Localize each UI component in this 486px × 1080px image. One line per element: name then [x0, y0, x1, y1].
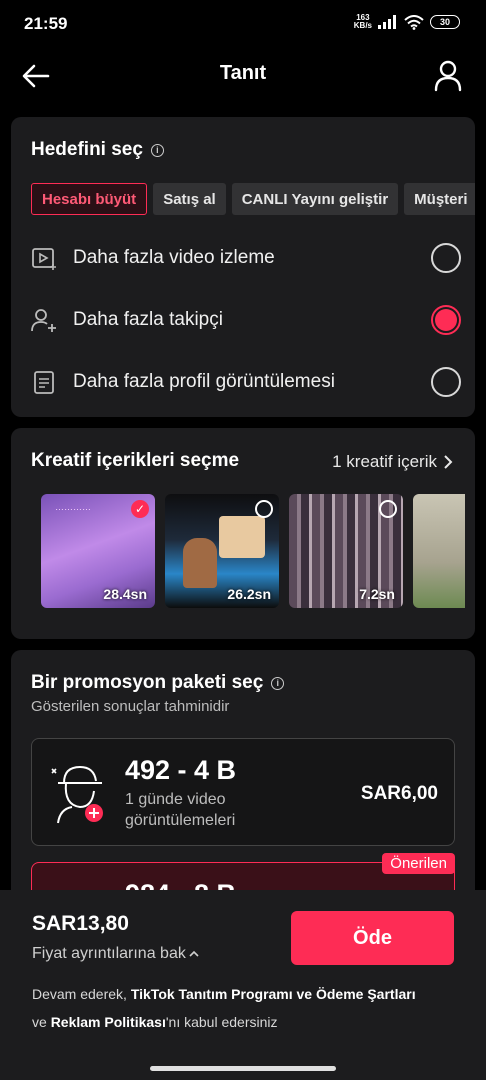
thumbnail-2[interactable]: 26.2sn	[165, 494, 279, 608]
package-subtitle: Gösterilen sonuçlar tahminidir	[31, 698, 230, 715]
chevron-up-icon	[189, 950, 199, 957]
pay-button[interactable]: Öde	[291, 911, 454, 965]
chip-satis-al[interactable]: Satış al	[153, 183, 226, 215]
radio-follower[interactable]	[431, 305, 461, 335]
chip-musteri[interactable]: Müşteri	[404, 183, 475, 215]
goal-option-profile[interactable]: Daha fazla profil görüntülemesi	[31, 362, 461, 402]
chevron-right-icon	[444, 455, 453, 469]
wifi-icon	[404, 14, 424, 30]
terms-text: Devam ederek, TikTok Tanıtım Programı ve…	[32, 986, 416, 1030]
signal-icon	[378, 15, 396, 29]
goal-title: Hedefini seç i	[31, 139, 164, 161]
package-option-1[interactable]: 492 - 4 B 1 günde video görüntülemeleri …	[31, 738, 455, 846]
goal-chips: Hesabı büyüt Satış al CANLI Yayını geliş…	[31, 183, 475, 217]
radio-video[interactable]	[431, 243, 461, 273]
creative-card: Kreatif içerikleri seçme 1 kreatif içeri…	[11, 428, 475, 639]
goal-option-follower[interactable]: Daha fazla takipçi	[31, 300, 461, 340]
goal-card: Hedefini seç i Hesabı büyüt Satış al CAN…	[11, 117, 475, 417]
package-title: Bir promosyon paketi seç i	[31, 672, 285, 694]
radio-thumb-icon[interactable]	[379, 500, 397, 518]
status-bar: 21:59 163 KB/s 30	[0, 0, 486, 48]
battery-icon: 30	[430, 15, 460, 29]
chip-canli-yayin[interactable]: CANLI Yayını geliştir	[231, 183, 399, 215]
profile-document-icon	[34, 371, 54, 394]
package-range: 492 - 4 B	[125, 755, 237, 785]
checkout-bar: SAR13,80 Fiyat ayrıntılarına bak Öde Dev…	[0, 890, 486, 1080]
profile-icon[interactable]	[432, 58, 464, 92]
price-details-link[interactable]: Fiyat ayrıntılarına bak	[32, 945, 200, 963]
creative-title: Kreatif içerikleri seçme	[31, 450, 240, 471]
thumbnail-4[interactable]	[413, 494, 465, 608]
home-indicator[interactable]	[150, 1066, 336, 1071]
ad-policy-link[interactable]: Reklam Politikası	[51, 1014, 166, 1030]
check-icon[interactable]: ✓	[131, 500, 149, 518]
add-user-icon	[31, 309, 56, 332]
thumbnail-1[interactable]: ………… ✓ 28.4sn	[41, 494, 155, 608]
package-description: 1 günde video görüntülemeleri	[125, 791, 236, 829]
cap-person-icon	[51, 765, 103, 824]
thumbnail-3[interactable]: 7.2sn	[289, 494, 403, 608]
network-speed: 163 KB/s	[353, 13, 372, 30]
creative-count-link[interactable]: 1 kreatif içerik	[332, 452, 453, 472]
header: Tanıt	[0, 48, 486, 104]
status-time: 21:59	[24, 14, 68, 33]
info-icon[interactable]: i	[271, 676, 285, 690]
info-icon[interactable]: i	[150, 143, 164, 157]
video-play-icon	[32, 248, 56, 270]
radio-thumb-icon[interactable]	[255, 500, 273, 518]
total-price: SAR13,80	[32, 912, 129, 935]
radio-profile[interactable]	[431, 367, 461, 397]
chip-hesabi-buyut[interactable]: Hesabı büyüt	[31, 183, 148, 215]
goal-option-video[interactable]: Daha fazla video izleme	[31, 238, 461, 278]
package-price: SAR6,00	[360, 783, 438, 804]
creative-thumbnails: ………… ✓ 28.4sn 26.2sn 7.2sn	[41, 494, 465, 608]
terms-link[interactable]: TikTok Tanıtım Programı ve Ödeme Şartlar…	[131, 986, 416, 1002]
status-icons: 163 KB/s 30	[354, 14, 460, 30]
recommended-badge: Önerilen	[382, 853, 455, 874]
page-title: Tanıt	[219, 62, 267, 84]
